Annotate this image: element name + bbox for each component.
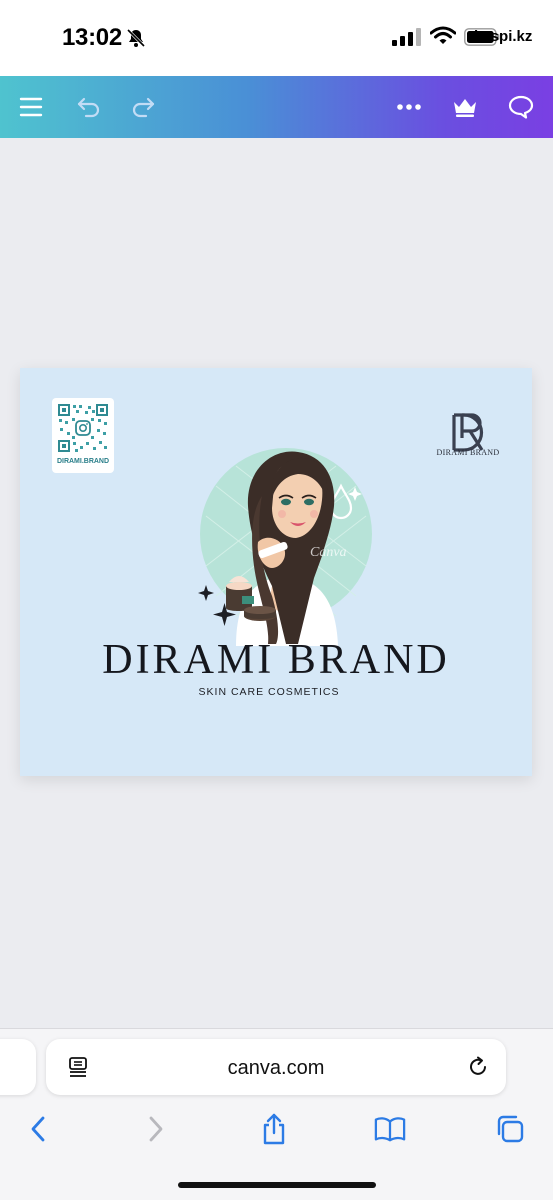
forward-button[interactable]: [140, 1113, 172, 1145]
comment-button[interactable]: [508, 94, 534, 120]
back-button[interactable]: [22, 1113, 54, 1145]
address-bar[interactable]: canva.com: [46, 1039, 506, 1095]
logo-caption: DIRAMI BRAND: [436, 448, 500, 457]
cellular-signal-icon: [392, 28, 421, 46]
browser-chrome: canva.com: [0, 1028, 553, 1200]
comment-icon: [508, 95, 534, 119]
editor-canvas-area[interactable]: DIRAMI.BRAND DIRAMI BRAND Canva DIRAMI B…: [0, 138, 553, 1028]
qr-code-icon: [58, 404, 108, 452]
share-icon: [263, 1113, 285, 1145]
tabs-button[interactable]: [494, 1113, 526, 1145]
brand-title[interactable]: DIRAMI BRAND: [20, 636, 532, 684]
home-indicator[interactable]: [178, 1182, 376, 1188]
carrier-label: kaspi.kz: [474, 28, 533, 45]
bookmarks-icon: [374, 1117, 406, 1142]
design-page[interactable]: DIRAMI.BRAND DIRAMI BRAND Canva DIRAMI B…: [20, 368, 532, 776]
redo-button[interactable]: [130, 94, 156, 120]
menu-icon: [19, 97, 43, 117]
editor-toolbar: [0, 76, 553, 138]
canva-watermark: Canva: [310, 545, 347, 560]
more-icon: [397, 104, 421, 110]
forward-icon: [149, 1116, 163, 1142]
redo-icon: [132, 97, 155, 118]
undo-button[interactable]: [76, 94, 102, 120]
brand-subtitle[interactable]: SKIN CARE COSMETICS: [20, 686, 518, 698]
menu-button[interactable]: [18, 94, 44, 120]
url-text[interactable]: canva.com: [46, 1057, 506, 1080]
share-button[interactable]: [258, 1113, 290, 1145]
premium-button[interactable]: [452, 94, 478, 120]
back-icon: [31, 1116, 45, 1142]
reload-icon[interactable]: [466, 1055, 490, 1079]
wifi-icon: [430, 26, 456, 44]
undo-icon: [77, 97, 100, 118]
crown-icon: [454, 99, 476, 117]
bell-slash-icon: [126, 28, 146, 48]
status-bar: 13:02 kaspi.kz: [0, 0, 553, 76]
qr-code-card[interactable]: DIRAMI.BRAND: [52, 398, 114, 473]
more-button[interactable]: [396, 94, 422, 120]
qr-caption: DIRAMI.BRAND: [56, 458, 110, 465]
bookmarks-button[interactable]: [374, 1113, 406, 1145]
previous-tab-preview[interactable]: [0, 1039, 36, 1095]
tabs-icon: [497, 1115, 524, 1143]
status-time: 13:02: [62, 24, 122, 51]
woman-hair-illustration: Canva: [198, 448, 372, 646]
